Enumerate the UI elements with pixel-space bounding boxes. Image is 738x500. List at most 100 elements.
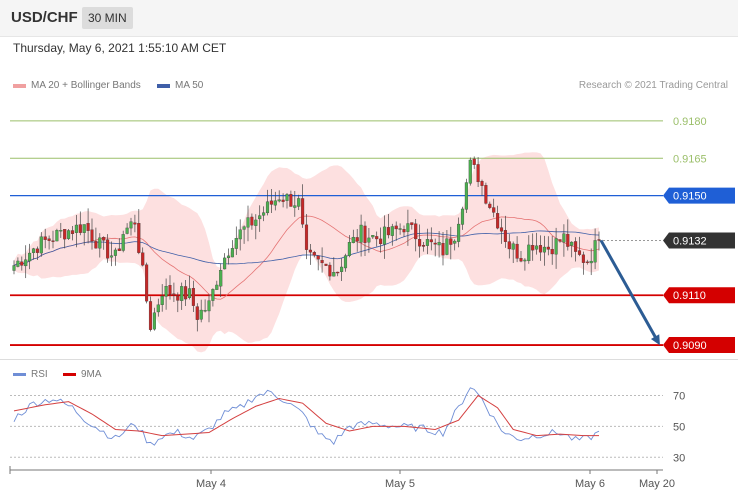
- candle-body: [382, 226, 387, 245]
- candle-body: [59, 230, 63, 232]
- candle-body: [63, 229, 67, 240]
- time-label: May 5: [385, 478, 415, 490]
- candle-body: [258, 215, 262, 220]
- candle-body: [28, 252, 32, 262]
- candle-body: [503, 230, 507, 242]
- candle-body: [191, 287, 195, 306]
- candle-body: [43, 236, 47, 240]
- candle-body: [542, 246, 546, 253]
- candle-body: [406, 223, 410, 232]
- time-label: May 4: [196, 478, 226, 490]
- candle-body: [211, 289, 215, 301]
- candle-body: [297, 198, 301, 207]
- candle-body: [593, 240, 597, 263]
- candle-body: [152, 312, 156, 330]
- candle-body: [363, 225, 367, 243]
- candle-body: [230, 248, 234, 258]
- candle-body: [375, 236, 379, 240]
- candle-body: [86, 223, 90, 231]
- candle-body: [336, 271, 340, 274]
- candle-body: [164, 286, 168, 297]
- candle-body: [35, 248, 39, 253]
- candle-body: [351, 236, 355, 244]
- candle-body: [531, 245, 535, 251]
- candle-body: [293, 205, 297, 208]
- candle-body: [535, 245, 539, 250]
- candle-body: [160, 296, 164, 305]
- rsi-tick-label: 30: [673, 452, 685, 464]
- candle-body: [250, 216, 254, 226]
- candle-body: [187, 288, 192, 299]
- candle-body: [24, 259, 28, 267]
- candle-body: [246, 217, 250, 228]
- candle-body: [347, 242, 351, 256]
- projection-arrow: [599, 239, 659, 341]
- candle-body: [176, 295, 180, 301]
- candle-body: [70, 230, 75, 235]
- time-label: May 20: [639, 478, 675, 490]
- candle-body: [546, 246, 550, 250]
- candle-body: [554, 238, 558, 255]
- candle-body: [332, 272, 336, 277]
- candle-body: [195, 306, 199, 320]
- candle-body: [410, 222, 414, 225]
- candle-body: [262, 212, 266, 216]
- candle-body: [496, 213, 500, 229]
- candle-body: [238, 229, 242, 240]
- candle-body: [538, 245, 543, 253]
- candle-body: [269, 200, 273, 205]
- candle-body: [367, 237, 371, 243]
- candle-body: [301, 198, 305, 225]
- candle-body: [324, 263, 328, 266]
- candle-body: [429, 239, 433, 243]
- rsi-line: [13, 387, 600, 446]
- rsi-ma9-line: [13, 394, 599, 437]
- candle-body: [484, 185, 488, 204]
- candle-body: [168, 285, 172, 295]
- candle-body: [145, 264, 149, 302]
- candle-body: [12, 265, 16, 271]
- candle-body: [441, 243, 445, 256]
- candle-body: [507, 241, 511, 250]
- candle-body: [133, 222, 137, 225]
- candle-body: [371, 235, 375, 238]
- candle-body: [289, 194, 293, 207]
- candle-body: [320, 260, 324, 264]
- candle-body: [223, 257, 227, 270]
- candle-body: [394, 225, 398, 230]
- level-label-0: 0.9180: [673, 116, 707, 128]
- candle-body: [102, 237, 106, 241]
- candle-body: [359, 224, 363, 243]
- candle-body: [90, 229, 94, 242]
- candle-body: [16, 260, 20, 267]
- candle-body: [234, 238, 238, 249]
- candle-body: [585, 261, 589, 263]
- candle-body: [203, 310, 207, 312]
- candle-body: [480, 180, 484, 186]
- candle-body: [340, 266, 344, 272]
- candle-body: [121, 234, 125, 251]
- candle-body: [141, 252, 145, 266]
- candle-body: [472, 158, 476, 165]
- candle-body: [51, 240, 55, 242]
- candle-body: [39, 236, 43, 254]
- candle-body: [242, 226, 246, 230]
- candle-body: [566, 233, 570, 247]
- candle-body: [355, 237, 359, 242]
- candle-body: [562, 233, 566, 243]
- candle-body: [402, 229, 406, 233]
- candle-body: [570, 241, 574, 246]
- candle-body: [113, 249, 117, 256]
- candle-body: [137, 223, 141, 253]
- candle-body: [499, 227, 504, 232]
- candle-body: [109, 255, 114, 258]
- candle-body: [67, 230, 71, 239]
- candle-body: [515, 243, 519, 259]
- candle-body: [156, 304, 160, 313]
- candle-body: [117, 248, 121, 251]
- candle-body: [47, 238, 51, 241]
- candle-body: [106, 239, 110, 259]
- rsi-tick-label: 50: [673, 421, 685, 433]
- candle-body: [304, 224, 309, 250]
- level-label-2: 0.9150: [673, 191, 707, 203]
